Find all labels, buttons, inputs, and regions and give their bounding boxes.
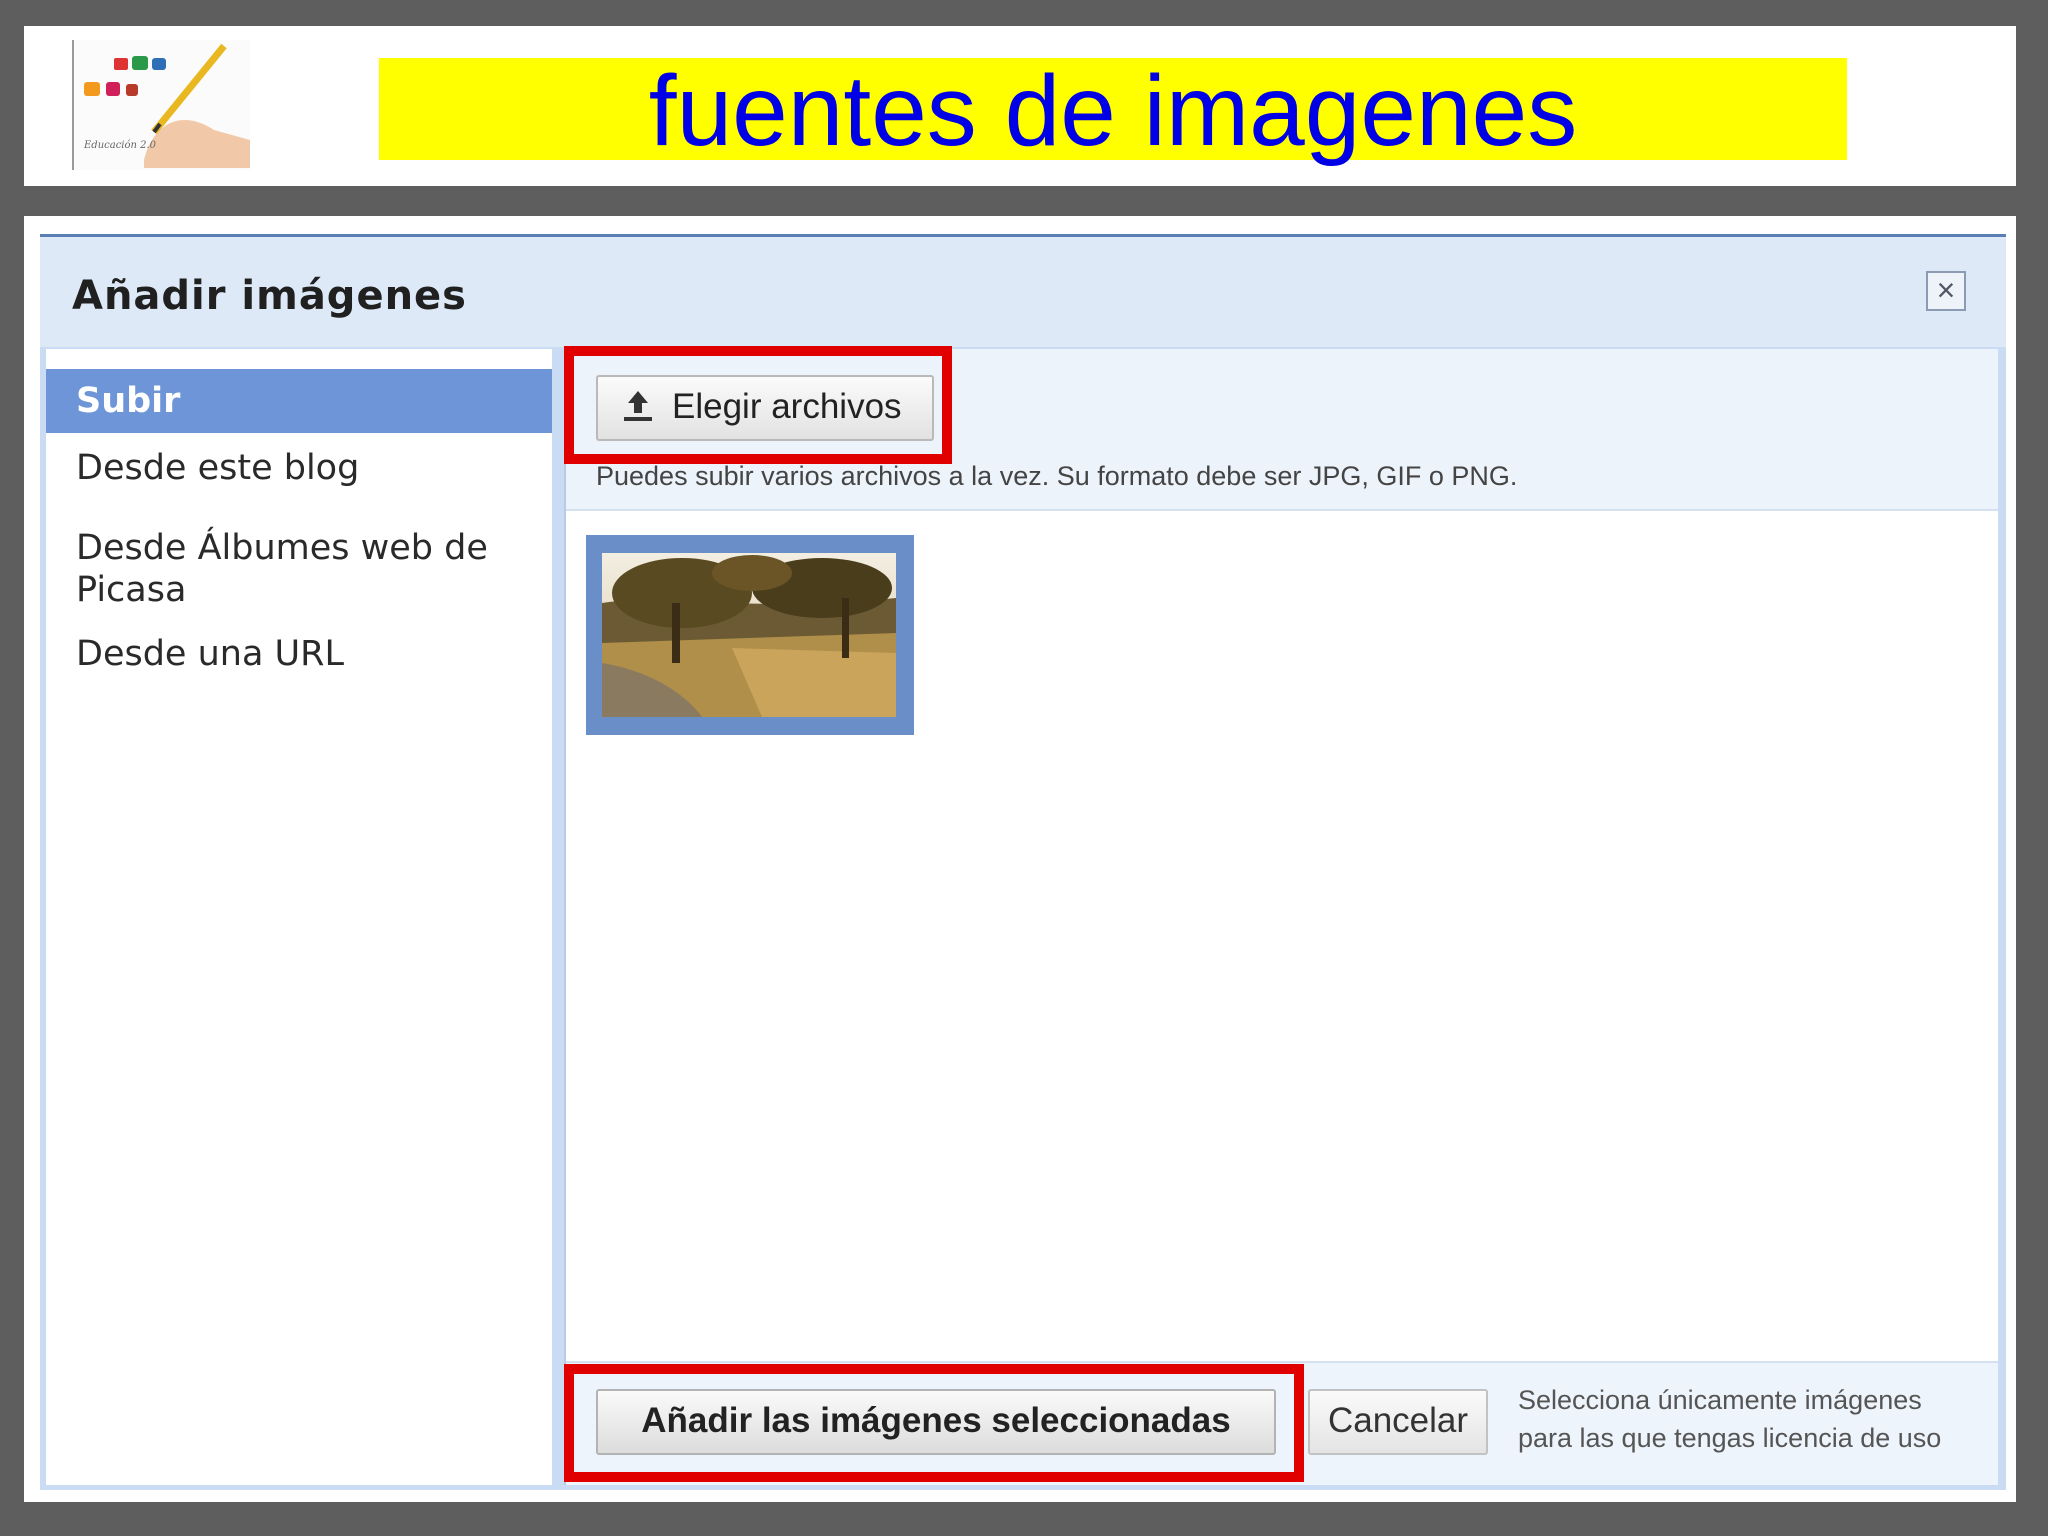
screenshot-frame: Añadir imágenes × Subir Desde este blog …: [24, 216, 2016, 1502]
selected-image-thumbnail[interactable]: [586, 535, 914, 735]
license-note: Selecciona únicamente imágenes para las …: [1518, 1385, 1942, 1453]
dialog-title: Añadir imágenes: [72, 273, 467, 319]
logo-caption: Educación 2.0: [84, 140, 157, 151]
add-images-dialog: Añadir imágenes × Subir Desde este blog …: [40, 234, 2006, 1490]
cancel-button[interactable]: Cancelar: [1308, 1389, 1488, 1455]
dialog-header: Añadir imágenes ×: [40, 237, 2006, 347]
upload-hint: Puedes subir varios archivos a la vez. S…: [596, 461, 1518, 491]
education-logo: Educación 2.0: [72, 40, 250, 170]
highlight-add-images: [564, 1364, 1304, 1482]
sidebar-item-this-blog[interactable]: Desde este blog: [46, 447, 552, 489]
title-banner: fuentes de imagenes: [379, 56, 1847, 166]
highlight-choose-files: [564, 346, 952, 464]
sidebar-item-picasa[interactable]: Desde Álbumes web de Picasa: [46, 527, 496, 611]
close-icon[interactable]: ×: [1926, 271, 1966, 311]
slide-title: fuentes de imagenes: [648, 55, 1578, 167]
landscape-photo: [602, 553, 896, 717]
slide-header: Educación 2.0 fuentes de imagenes: [24, 26, 2016, 186]
upload-panel: Elegir archivos Puedes subir varios arch…: [564, 349, 1998, 1485]
sidebar-item-url[interactable]: Desde una URL: [46, 633, 552, 675]
source-sidebar: Subir Desde este blog Desde Álbumes web …: [46, 349, 552, 1485]
sidebar-item-subir[interactable]: Subir: [46, 369, 552, 433]
